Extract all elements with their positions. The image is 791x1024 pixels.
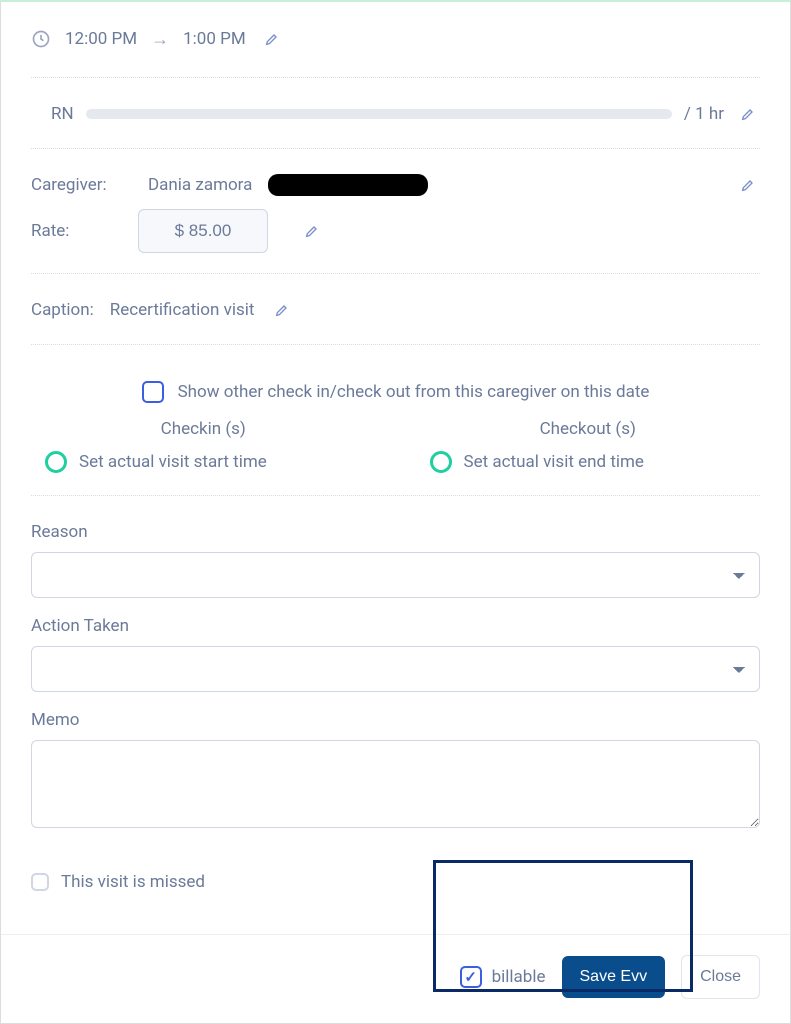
memo-textarea[interactable]: [31, 740, 760, 828]
caregiver-name: Dania zamora: [148, 175, 252, 195]
show-other-checkbox[interactable]: [142, 381, 164, 403]
rate-input[interactable]: [138, 209, 268, 253]
set-start-time-label: Set actual visit start time: [79, 452, 267, 472]
pencil-icon: [740, 177, 756, 193]
billable-checkbox[interactable]: [460, 966, 482, 988]
pencil-icon: [304, 223, 320, 239]
pencil-icon: [740, 106, 756, 122]
modal-footer: billable Save Evv Close: [1, 934, 790, 1023]
memo-group: Memo: [31, 702, 760, 842]
checkout-header: Checkout (s): [416, 419, 761, 443]
reason-select[interactable]: [31, 552, 760, 598]
duration-bar: [86, 109, 672, 119]
caregiver-row: Caregiver: Dania zamora: [31, 167, 760, 203]
edit-caregiver-button[interactable]: [736, 173, 760, 197]
divider: [31, 77, 760, 78]
end-time: 1:00 PM: [183, 29, 246, 49]
missed-row: This visit is missed: [31, 842, 760, 912]
divider: [31, 273, 760, 274]
divider: [31, 148, 760, 149]
edit-time-button[interactable]: [260, 27, 284, 51]
reason-group: Reason: [31, 514, 760, 608]
billable-wrap: billable: [460, 966, 546, 988]
duration-label: / 1 hr: [684, 104, 724, 124]
missed-checkbox[interactable]: [31, 873, 49, 891]
caption-value: Recertification visit: [110, 300, 255, 320]
memo-label: Memo: [31, 710, 760, 730]
role-label: RN: [51, 104, 74, 124]
action-taken-group: Action Taken: [31, 608, 760, 702]
reason-label: Reason: [31, 522, 760, 542]
edit-caption-button[interactable]: [270, 298, 294, 322]
set-end-time-row[interactable]: Set actual visit end time: [416, 451, 761, 473]
set-end-time-label: Set actual visit end time: [464, 452, 644, 472]
set-start-time-row[interactable]: Set actual visit start time: [31, 451, 376, 473]
show-other-checkbox-row: Show other check in/check out from this …: [31, 363, 760, 415]
caption-row: Caption: Recertification visit: [31, 292, 760, 340]
clock-icon: [31, 29, 51, 49]
action-taken-select[interactable]: [31, 646, 760, 692]
caption-label: Caption:: [31, 300, 94, 320]
rate-label: Rate:: [31, 221, 116, 241]
billable-label: billable: [492, 967, 546, 987]
time-row: 12:00 PM → 1:00 PM: [31, 27, 760, 73]
divider: [31, 344, 760, 345]
action-taken-label: Action Taken: [31, 616, 760, 636]
modal-body: 12:00 PM → 1:00 PM RN / 1 hr Care: [1, 2, 790, 934]
edit-rate-button[interactable]: [300, 219, 324, 243]
visit-edit-modal: 12:00 PM → 1:00 PM RN / 1 hr Care: [0, 0, 791, 1024]
save-evv-button[interactable]: Save Evv: [562, 956, 666, 998]
caregiver-label: Caregiver:: [31, 175, 116, 195]
pencil-icon: [274, 302, 290, 318]
divider: [31, 495, 760, 496]
edit-duration-button[interactable]: [736, 102, 760, 126]
checkin-checkout-grid: Checkin (s) Checkout (s) Set actual visi…: [31, 415, 760, 491]
radio-icon: [45, 451, 67, 473]
redacted-block: [268, 174, 428, 196]
close-button[interactable]: Close: [681, 955, 760, 999]
checkin-header: Checkin (s): [31, 419, 376, 443]
role-duration-row: RN / 1 hr: [31, 96, 760, 144]
show-other-label: Show other check in/check out from this …: [178, 382, 650, 402]
arrow-right-icon: →: [151, 29, 169, 50]
start-time: 12:00 PM: [65, 29, 137, 49]
rate-row: Rate:: [31, 203, 760, 259]
missed-label: This visit is missed: [61, 872, 205, 892]
pencil-icon: [264, 31, 280, 47]
radio-icon: [430, 451, 452, 473]
